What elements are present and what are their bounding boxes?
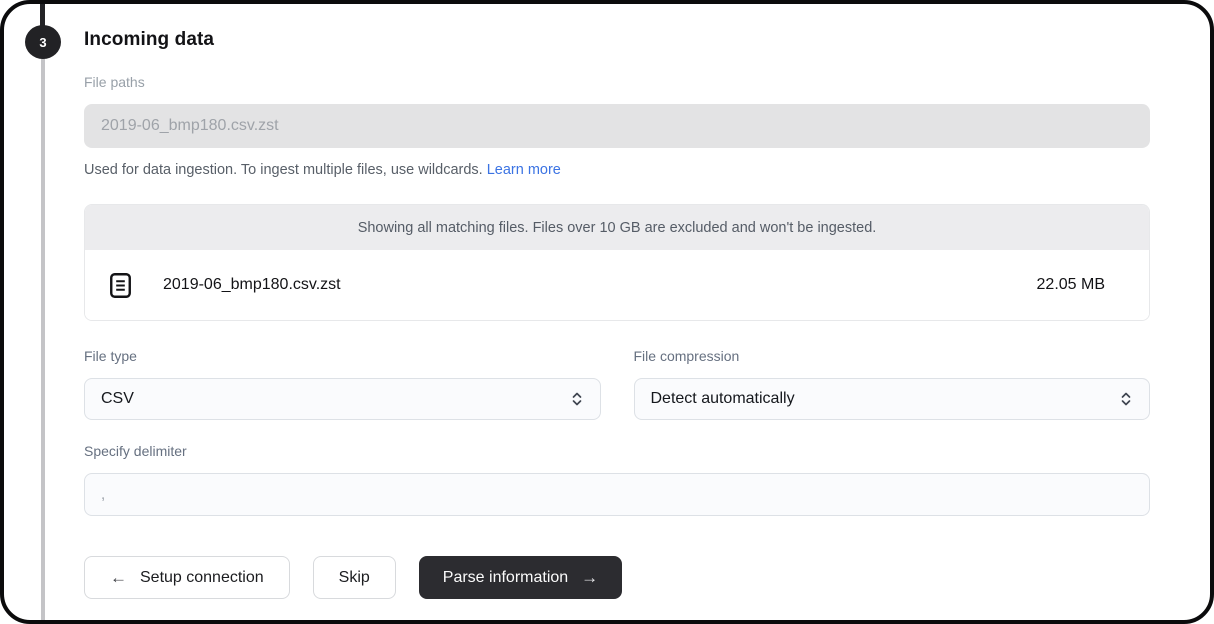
wizard-actions: ← Setup connection Skip Parse informatio… — [84, 556, 1150, 599]
skip-button[interactable]: Skip — [313, 556, 396, 599]
learn-more-link[interactable]: Learn more — [487, 162, 561, 178]
step-number: 3 — [39, 35, 46, 50]
file-type-select[interactable]: CSV — [84, 378, 601, 420]
arrow-right-icon: → — [581, 568, 598, 588]
file-document-icon — [110, 273, 131, 298]
file-row: 2019-06_bmp180.csv.zst 22.05 MB — [85, 250, 1149, 320]
file-compression-select[interactable]: Detect automatically — [634, 378, 1151, 420]
setup-connection-label: Setup connection — [140, 569, 264, 587]
helper-text: Used for data ingestion. To ingest multi… — [84, 162, 487, 178]
incoming-data-section: Incoming data File paths Used for data i… — [84, 0, 1150, 599]
setup-connection-button[interactable]: ← Setup connection — [84, 556, 290, 599]
delimiter-label: Specify delimiter — [84, 443, 1150, 459]
file-paths-input — [84, 104, 1150, 148]
skip-label: Skip — [339, 569, 370, 587]
file-compression-value: Detect automatically — [651, 390, 1120, 408]
file-size: 22.05 MB — [1037, 276, 1105, 294]
file-type-value: CSV — [101, 390, 570, 408]
file-paths-label: File paths — [84, 74, 1150, 90]
timeline-segment — [41, 28, 45, 624]
parse-information-label: Parse information — [443, 569, 568, 587]
chevron-up-down-icon — [1119, 391, 1133, 407]
timeline-segment-top — [40, 0, 45, 28]
matching-files-panel: Showing all matching files. Files over 1… — [84, 204, 1150, 321]
page-title: Incoming data — [84, 29, 1150, 51]
arrow-left-icon: ← — [110, 568, 127, 588]
file-name: 2019-06_bmp180.csv.zst — [163, 276, 1037, 294]
matching-files-banner: Showing all matching files. Files over 1… — [85, 205, 1149, 250]
delimiter-input[interactable] — [84, 473, 1150, 516]
step-indicator: 3 — [25, 25, 61, 59]
file-type-label: File type — [84, 348, 601, 364]
file-compression-label: File compression — [634, 348, 1151, 364]
parse-information-button[interactable]: Parse information → — [419, 556, 622, 599]
chevron-up-down-icon — [570, 391, 584, 407]
file-paths-helper: Used for data ingestion. To ingest multi… — [84, 162, 1150, 178]
